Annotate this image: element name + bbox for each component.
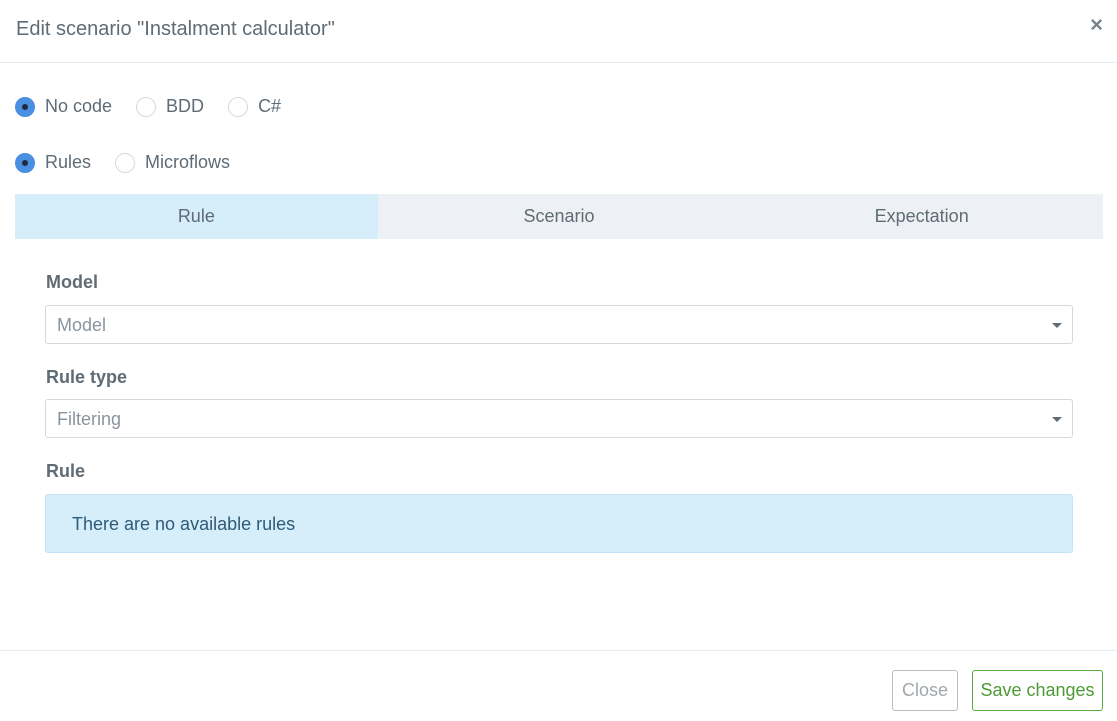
- tab-expectation[interactable]: Expectation: [740, 194, 1103, 239]
- modal-title: Edit scenario "Instalment calculator": [16, 18, 335, 40]
- chevron-down-icon: [1052, 417, 1062, 422]
- save-changes-button[interactable]: Save changes: [972, 670, 1103, 711]
- modal-footer: Close Save changes: [0, 650, 1117, 721]
- radio-bdd[interactable]: BDD: [136, 96, 204, 117]
- radio-csharp-label[interactable]: C#: [258, 96, 281, 117]
- model-select-value: Model: [57, 315, 107, 335]
- tab-bar: Rule Scenario Expectation: [15, 194, 1103, 239]
- modal-header: Edit scenario "Instalment calculator" ×: [0, 0, 1117, 63]
- radio-rules-circle[interactable]: [15, 152, 35, 173]
- radio-no-code[interactable]: No code: [15, 96, 112, 117]
- radio-csharp[interactable]: C#: [228, 96, 281, 117]
- radio-rules[interactable]: Rules: [15, 152, 91, 173]
- rule-type-select-value: Filtering: [57, 409, 122, 429]
- radio-no-code-circle[interactable]: [15, 96, 35, 117]
- radio-bdd-label[interactable]: BDD: [166, 96, 204, 117]
- radio-microflows-label[interactable]: Microflows: [145, 152, 230, 173]
- radio-csharp-circle[interactable]: [228, 96, 249, 117]
- radio-rules-label[interactable]: Rules: [45, 152, 91, 173]
- no-rules-alert-text: There are no available rules: [72, 514, 296, 534]
- radio-microflows-circle[interactable]: [115, 152, 136, 173]
- logic-type-radio-group: Rules Microflows: [15, 152, 254, 173]
- model-select[interactable]: Model: [45, 305, 1073, 344]
- rule-type-label: Rule type: [46, 367, 128, 387]
- chevron-down-icon: [1052, 323, 1062, 328]
- close-button[interactable]: Close: [892, 670, 958, 711]
- rule-type-select[interactable]: Filtering: [45, 399, 1073, 438]
- radio-no-code-label[interactable]: No code: [45, 96, 112, 117]
- radio-microflows[interactable]: Microflows: [115, 152, 230, 173]
- rule-label: Rule: [46, 461, 86, 481]
- tab-rule[interactable]: Rule: [15, 194, 378, 239]
- no-rules-alert: There are no available rules: [45, 494, 1073, 553]
- model-label: Model: [46, 272, 98, 292]
- code-type-radio-group: No code BDD C#: [15, 96, 305, 117]
- close-icon[interactable]: ×: [1090, 14, 1103, 36]
- tab-scenario[interactable]: Scenario: [378, 194, 741, 239]
- radio-bdd-circle[interactable]: [136, 96, 157, 117]
